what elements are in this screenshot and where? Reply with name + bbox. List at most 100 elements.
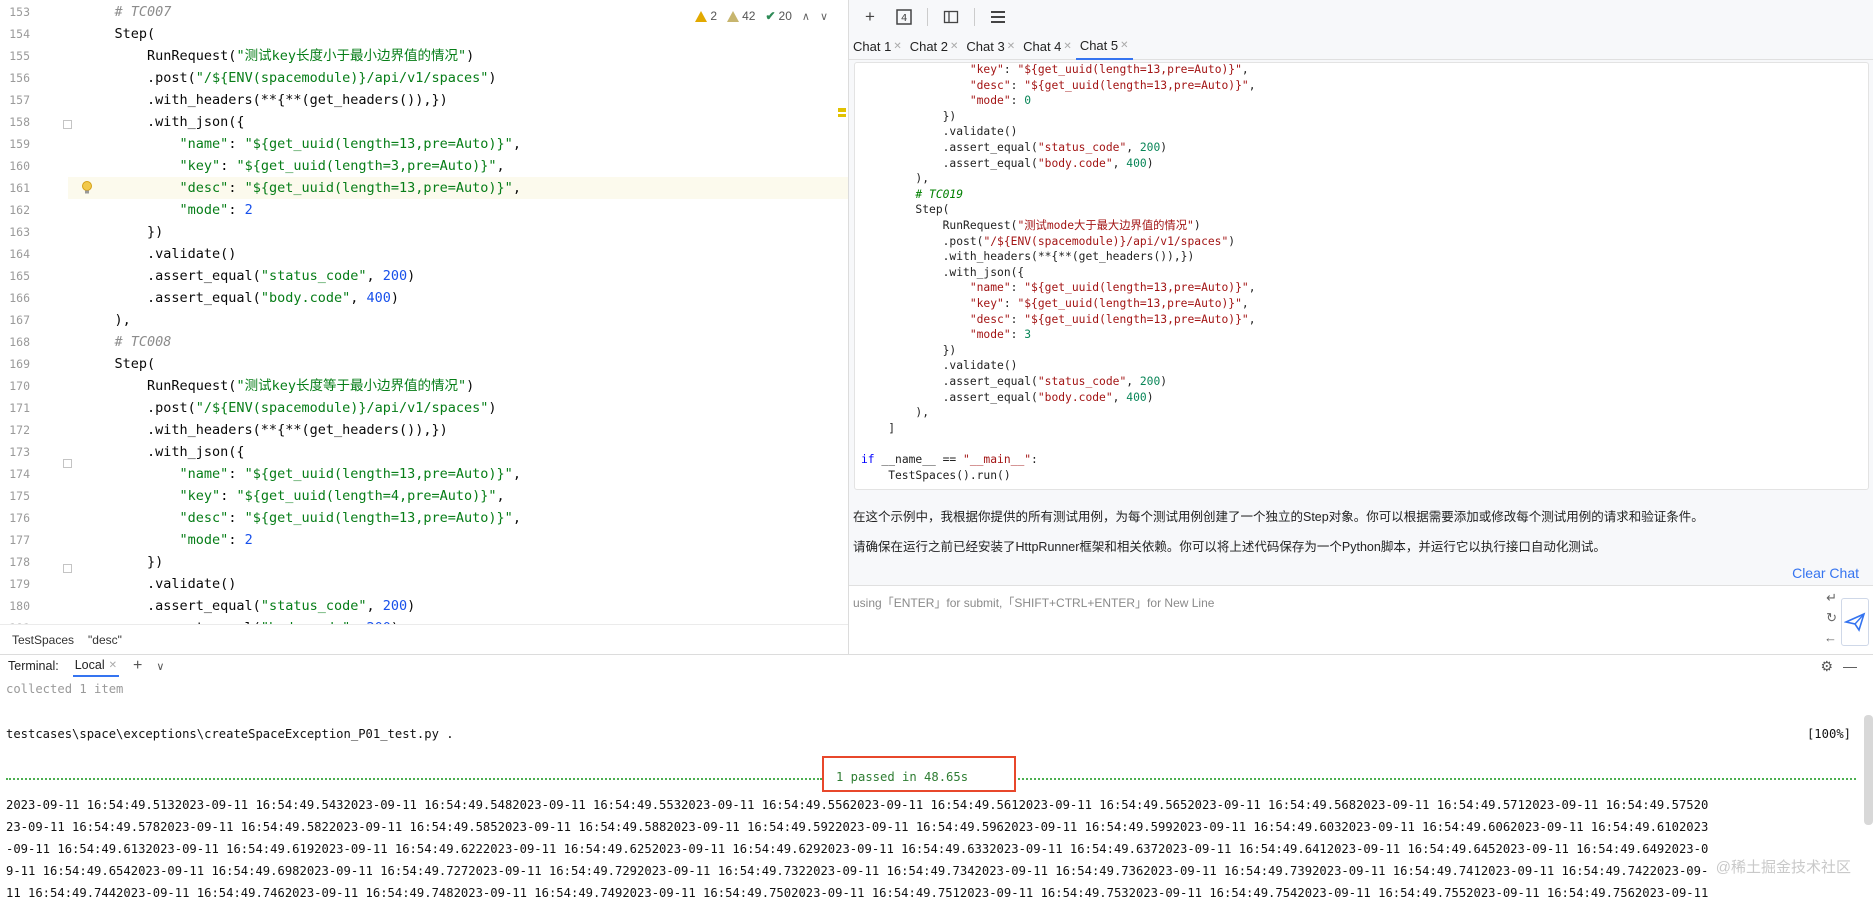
chat-code-line: .with_json({: [861, 265, 1025, 279]
return-icon[interactable]: ↵: [1826, 590, 1837, 606]
code-line[interactable]: "mode": 2: [82, 529, 848, 551]
terminal-line: collected 1 item: [6, 682, 124, 696]
chevron-down-icon[interactable]: ∨: [156, 660, 164, 673]
chat-code-line: "desc": "${get_uuid(length=13,pre=Auto)}…: [969, 312, 1256, 326]
code-line[interactable]: "key": "${get_uuid(length=3,pre=Auto)}",: [82, 155, 848, 177]
clear-chat-button[interactable]: Clear Chat: [1792, 565, 1859, 581]
breadcrumb-key[interactable]: "desc": [88, 633, 122, 647]
code-line[interactable]: RunRequest("测试key长度等于最小边界值的情况"): [82, 375, 848, 397]
chat-code-line: .assert_equal("status_code", 200): [861, 141, 1168, 154]
line-number: 174: [9, 467, 30, 481]
fold-marker[interactable]: [63, 564, 72, 573]
refresh-icon[interactable]: ↻: [1826, 610, 1837, 626]
chat-code-line: .validate(): [861, 359, 1018, 373]
code-line[interactable]: "key": "${get_uuid(length=4,pre=Auto)}",: [82, 485, 848, 507]
separator-line: [6, 778, 822, 780]
split-view-icon[interactable]: [940, 6, 962, 28]
line-number: 166: [9, 291, 30, 305]
checks-count[interactable]: ✔ 20: [765, 9, 791, 23]
chat-input-area: ↵ ↻ ←: [849, 585, 1873, 654]
send-button[interactable]: [1841, 598, 1869, 646]
line-number: 163: [9, 225, 30, 239]
code-line[interactable]: }): [82, 551, 848, 573]
log-line: 2023-09-11 16:54:49.5132023-09-11 16:54:…: [6, 798, 1709, 812]
line-number: 175: [9, 489, 30, 503]
code-line[interactable]: "mode": 2: [82, 199, 848, 221]
line-number: 157: [9, 93, 30, 107]
code-line[interactable]: .post("/${ENV(spacemodule)}/api/v1/space…: [82, 67, 848, 89]
code-line[interactable]: "name": "${get_uuid(length=13,pre=Auto)}…: [82, 463, 848, 485]
line-number: 173: [9, 445, 30, 459]
line-number: 160: [9, 159, 30, 173]
code-editor[interactable]: 153 154 155 156 157 158 159 160 161 162 163 164 165 1…: [0, 0, 848, 624]
code-line[interactable]: "name": "${get_uuid(length=13,pre=Auto)}…: [82, 133, 848, 155]
menu-icon[interactable]: [987, 6, 1009, 28]
tab-chat-4[interactable]: Chat 4 ✕: [1019, 33, 1076, 60]
breadcrumb-class[interactable]: TestSpaces: [12, 633, 74, 647]
line-number: 158: [9, 115, 30, 129]
code-line[interactable]: .assert_equal("body.code", 400): [82, 287, 848, 309]
code-line[interactable]: "desc": "${get_uuid(length=13,pre=Auto)}…: [82, 507, 848, 529]
terminal-scrollbar[interactable]: [1864, 715, 1873, 825]
toolbar-divider: [927, 7, 928, 26]
highlight-box: [822, 756, 1016, 792]
chat-input[interactable]: [853, 592, 1793, 614]
chat-code-line: .validate(): [861, 125, 1018, 139]
add-terminal-icon[interactable]: +: [133, 657, 142, 675]
code-line[interactable]: .with_json({: [82, 111, 848, 133]
code-line[interactable]: # TC008: [82, 331, 848, 353]
chat-code-line: "desc": "${get_uuid(length=13,pre=Auto)}…: [969, 78, 1256, 92]
code-line[interactable]: .validate(): [82, 243, 848, 265]
close-icon[interactable]: ✕: [893, 33, 901, 60]
back-arrow-icon[interactable]: ←: [1824, 630, 1837, 645]
code-line[interactable]: .post("/${ENV(spacemodule)}/api/v1/space…: [82, 397, 848, 419]
line-number: 172: [9, 423, 30, 437]
code-line[interactable]: Step(: [82, 23, 848, 45]
add-icon[interactable]: +: [859, 6, 881, 28]
weak-warning-icon: [727, 10, 740, 22]
code-line[interactable]: .validate(): [82, 573, 848, 595]
fold-marker[interactable]: [63, 459, 72, 468]
tab-chat-1[interactable]: Chat 1 ✕: [849, 33, 906, 60]
code-line[interactable]: Step(: [82, 353, 848, 375]
numbered-box-icon[interactable]: 4: [893, 6, 915, 28]
code-line[interactable]: .with_headers(**{**(get_headers()),}): [82, 89, 848, 111]
fold-marker[interactable]: [63, 120, 72, 129]
minimize-icon[interactable]: —: [1843, 658, 1857, 674]
code-line[interactable]: }): [82, 221, 848, 243]
separator-line: [1014, 778, 1856, 780]
tab-local[interactable]: Local ✕: [72, 655, 119, 677]
warnings-count[interactable]: 2: [695, 9, 717, 23]
terminal-header: Terminal: Local ✕ + ∨ ⚙ —: [0, 655, 1873, 677]
terminal-line: testcases\space\exceptions\createSpaceEx…: [6, 727, 454, 741]
gear-icon[interactable]: ⚙: [1820, 658, 1833, 675]
chevron-down-icon[interactable]: ∨: [820, 10, 828, 23]
chat-message: 请确保在运行之前已经安装了HttpRunner框架和相关依赖。你可以将上述代码保…: [853, 540, 1606, 554]
code-line[interactable]: ),: [82, 309, 848, 331]
close-icon[interactable]: ✕: [1120, 32, 1128, 59]
code-line[interactable]: .assert_equal("body.code", 200): [82, 617, 848, 624]
close-icon[interactable]: ✕: [109, 660, 117, 671]
chat-code-line: TestSpaces().run(): [861, 468, 1011, 482]
code-line[interactable]: .assert_equal("status_code", 200): [82, 595, 848, 617]
scrollbar-warning-marker[interactable]: [838, 108, 846, 112]
scrollbar-warning-marker[interactable]: [838, 114, 846, 117]
tab-chat-3[interactable]: Chat 3 ✕: [962, 33, 1019, 60]
code-line[interactable]: .with_headers(**{**(get_headers()),}): [82, 419, 848, 441]
chat-code-line: Step(: [861, 203, 950, 217]
close-icon[interactable]: ✕: [1007, 33, 1015, 60]
tab-chat-5[interactable]: Chat 5 ✕: [1075, 32, 1133, 60]
close-icon[interactable]: ✕: [950, 33, 958, 60]
weak-warnings-count[interactable]: 42: [727, 9, 755, 23]
code-line[interactable]: .assert_equal("status_code", 200): [82, 265, 848, 287]
toolbar-divider: [974, 7, 975, 26]
close-icon[interactable]: ✕: [1063, 33, 1071, 60]
lightbulb-icon[interactable]: [81, 181, 93, 195]
tab-chat-2[interactable]: Chat 2 ✕: [906, 33, 963, 60]
breadcrumb: TestSpaces "desc": [0, 624, 848, 654]
code-line[interactable]: .with_json({: [82, 441, 848, 463]
chevron-up-icon[interactable]: ∧: [802, 10, 810, 23]
code-line[interactable]: "desc": "${get_uuid(length=13,pre=Auto)}…: [68, 177, 848, 199]
code-line[interactable]: RunRequest("测试key长度小于最小边界值的情况"): [82, 45, 848, 67]
inspection-widget[interactable]: 2 42 ✔ 20 ∧ ∨: [695, 6, 828, 26]
